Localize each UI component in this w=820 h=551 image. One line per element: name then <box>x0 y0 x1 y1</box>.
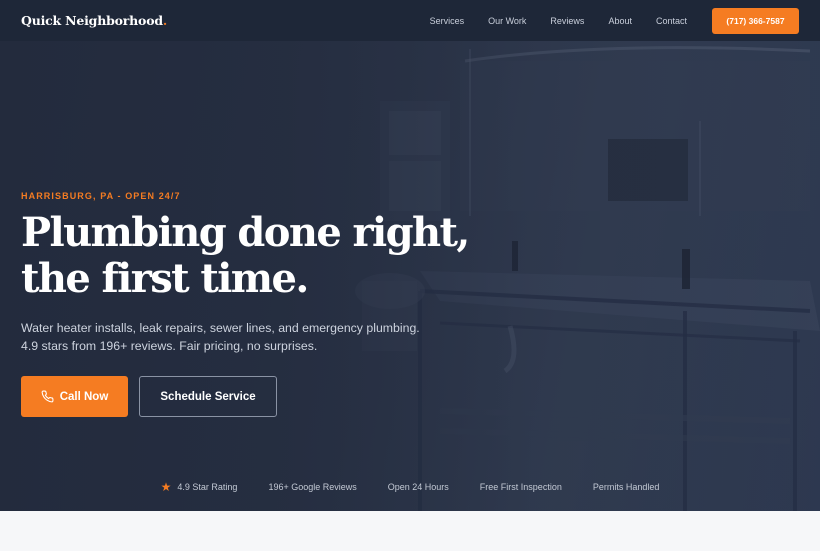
trust-item-reviews: 196+ Google Reviews <box>268 482 356 492</box>
next-section <box>0 511 820 551</box>
schedule-service-button[interactable]: Schedule Service <box>139 376 277 417</box>
call-now-label: Call Now <box>59 390 109 403</box>
headline-line-1: Plumbing done right, <box>21 209 470 256</box>
subtext-line-2: 4.9 stars from 196+ reviews. Fair pricin… <box>21 339 318 353</box>
nav-link-reviews[interactable]: Reviews <box>538 16 596 26</box>
nav-right: Services Our Work Reviews About Contact … <box>418 7 799 34</box>
trust-item-rating: ★ 4.9 Star Rating <box>161 481 238 493</box>
trust-item-permits: Permits Handled <box>593 482 660 492</box>
hero-button-row: Call Now Schedule Service <box>21 376 277 417</box>
hero-headline: Plumbing done right, the first time. <box>21 210 491 302</box>
nav-link-contact[interactable]: Contact <box>644 16 699 26</box>
headline-line-2: the first time. <box>21 255 309 302</box>
phone-icon <box>41 390 54 403</box>
trust-item-label: Permits Handled <box>592 482 660 492</box>
star-icon: ★ <box>160 480 172 494</box>
logo-dot: . <box>162 13 168 28</box>
site-logo[interactable]: Quick Neighborhood. <box>21 13 167 28</box>
hero-eyebrow: HARRISBURG, PA - OPEN 24/7 <box>21 191 181 201</box>
subtext-line-1: Water heater installs, leak repairs, sew… <box>21 321 420 335</box>
trust-item-hours: Open 24 Hours <box>388 482 449 492</box>
trust-bar: ★ 4.9 Star Rating 196+ Google Reviews Op… <box>0 481 820 493</box>
nav-link-our-work[interactable]: Our Work <box>476 16 538 26</box>
trust-item-label: Free First Inspection <box>479 482 562 492</box>
trust-item-inspection: Free First Inspection <box>480 482 562 492</box>
call-now-button[interactable]: Call Now <box>21 376 128 417</box>
trust-item-label: Open 24 Hours <box>387 482 449 492</box>
trust-item-label: 196+ Google Reviews <box>268 482 357 492</box>
nav-link-services[interactable]: Services <box>418 16 477 26</box>
phone-cta-button[interactable]: (717) 366-7587 <box>712 7 799 34</box>
trust-item-label: 4.9 Star Rating <box>177 482 238 492</box>
top-navbar: Quick Neighborhood. Services Our Work Re… <box>0 0 820 41</box>
hero-subtext: Water heater installs, leak repairs, sew… <box>21 319 461 355</box>
nav-links: Services Our Work Reviews About Contact <box>418 16 699 26</box>
hero-section: HARRISBURG, PA - OPEN 24/7 Plumbing done… <box>0 41 820 511</box>
logo-text: Quick Neighborhood <box>21 13 163 28</box>
nav-link-about[interactable]: About <box>596 16 644 26</box>
